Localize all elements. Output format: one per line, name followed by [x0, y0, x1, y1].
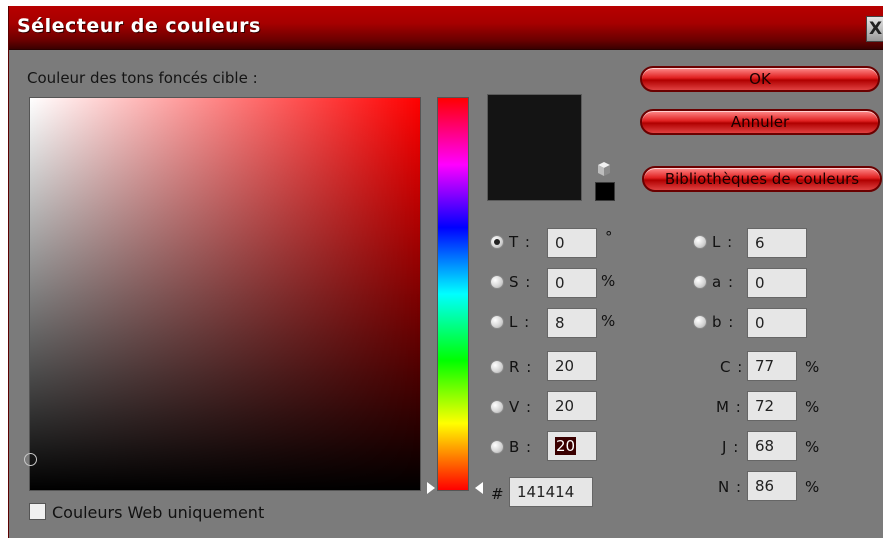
hue-slider-left-arrow-icon[interactable] [427, 482, 435, 494]
yellow-unit: % [805, 438, 820, 456]
out-of-gamut-cube-icon[interactable] [598, 162, 610, 176]
lab-l-label: L : [712, 233, 734, 251]
radio-green[interactable] [490, 400, 504, 414]
hex-prefix: # [491, 485, 505, 503]
hue-unit: ° [605, 228, 613, 246]
cyan-unit: % [805, 358, 820, 376]
window-title: Sélecteur de couleurs [17, 15, 261, 37]
hue-slider-right-arrow-icon[interactable] [475, 482, 483, 494]
field-cursor-icon[interactable] [24, 453, 37, 466]
color-libraries-button[interactable]: Bibliothèques de couleurs [642, 166, 882, 192]
radio-blue[interactable] [490, 440, 504, 454]
yellow-label: J : [722, 438, 740, 456]
red-input[interactable]: 20 [547, 351, 597, 381]
magenta-label: M : [716, 398, 742, 416]
green-input[interactable]: 20 [547, 391, 597, 421]
saturation-brightness-field[interactable] [24, 97, 421, 491]
hue-input[interactable]: 0 [547, 228, 597, 258]
lab-b-label: b : [712, 313, 735, 331]
radio-red[interactable] [490, 360, 504, 374]
web-only-label: Couleurs Web uniquement [52, 503, 265, 522]
blue-label: B : [509, 438, 533, 456]
cancel-button[interactable]: Annuler [640, 109, 880, 135]
lab-b-input[interactable]: 0 [747, 308, 807, 338]
magenta-unit: % [805, 398, 820, 416]
hex-input[interactable]: 141414 [509, 477, 593, 507]
brightness-input[interactable]: 8 [547, 308, 597, 338]
blue-input-value: 20 [555, 437, 577, 455]
close-icon[interactable]: X [866, 16, 883, 42]
lab-l-input[interactable]: 6 [747, 228, 807, 258]
current-color-swatch [487, 94, 582, 201]
radio-hue[interactable] [490, 235, 504, 249]
red-label: R : [509, 358, 533, 376]
target-color-label: Couleur des tons foncés cible : [27, 69, 258, 87]
lab-a-input[interactable]: 0 [747, 268, 807, 298]
black-label: N : [718, 478, 743, 496]
cyan-label: C : [720, 358, 744, 376]
title-bar[interactable]: Sélecteur de couleurs X [9, 6, 883, 50]
magenta-input[interactable]: 72 [747, 391, 797, 421]
radio-lab-b[interactable] [693, 315, 707, 329]
radio-brightness[interactable] [490, 315, 504, 329]
saturation-unit: % [601, 272, 616, 290]
hue-slider[interactable] [437, 97, 469, 491]
web-only-checkbox[interactable] [29, 503, 46, 520]
blue-input[interactable]: 20 [547, 431, 597, 461]
black-unit: % [805, 478, 820, 496]
brightness-unit: % [601, 312, 616, 330]
lab-a-label: a : [712, 273, 735, 291]
black-input[interactable]: 86 [747, 471, 797, 501]
radio-lab-a[interactable] [693, 275, 707, 289]
green-label: V : [509, 398, 533, 416]
radio-saturation[interactable] [490, 275, 504, 289]
saturation-label: S : [509, 273, 532, 291]
radio-lab-l[interactable] [693, 235, 707, 249]
hue-label: T : [509, 233, 531, 251]
cyan-input[interactable]: 77 [747, 351, 797, 381]
yellow-input[interactable]: 68 [747, 431, 797, 461]
saturation-input[interactable]: 0 [547, 268, 597, 298]
web-safe-color-swatch[interactable] [595, 182, 615, 201]
brightness-label: L : [509, 313, 531, 331]
ok-button[interactable]: OK [640, 66, 880, 92]
color-picker-dialog: Sélecteur de couleurs X Couleur des tons… [8, 6, 883, 538]
